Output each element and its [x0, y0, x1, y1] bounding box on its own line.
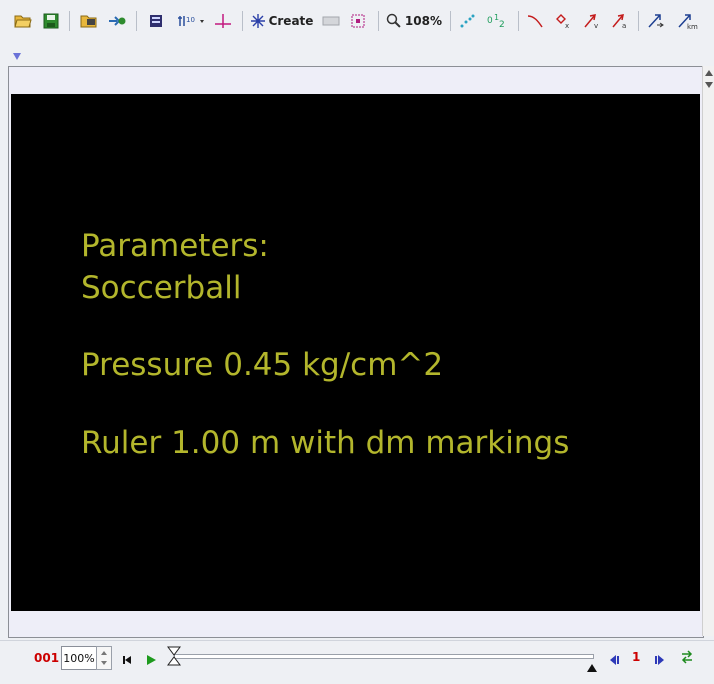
rate-spinner[interactable] — [96, 646, 112, 670]
toolbar-separator — [518, 11, 519, 31]
dropdown-arrow-icon[interactable] — [12, 46, 22, 65]
loop-icon[interactable] — [680, 649, 694, 668]
svg-text:0: 0 — [487, 16, 493, 26]
svg-text:km: km — [687, 23, 698, 30]
video-text-line: Parameters: — [81, 228, 269, 264]
track-control-icon[interactable] — [320, 10, 342, 32]
scroll-down-icon[interactable] — [703, 80, 714, 90]
star-icon — [250, 14, 265, 28]
open-video-icon[interactable] — [78, 10, 100, 32]
toolbar-separator — [378, 11, 379, 31]
autotracker-icon[interactable] — [347, 10, 369, 32]
toolbar-separator — [242, 11, 243, 31]
vertical-scrollbar[interactable] — [702, 66, 714, 636]
step-back-icon[interactable] — [608, 651, 622, 670]
step-size[interactable]: 1 — [632, 650, 640, 664]
toolbar-separator — [450, 11, 451, 31]
main-toolbar: 10 Create 108% 012 x v a km — [0, 0, 714, 43]
rate-field[interactable]: 100% — [61, 646, 97, 670]
svg-text:10: 10 — [186, 16, 195, 24]
video-frame[interactable]: Parameters: Soccerball Pressure 0.45 kg/… — [11, 94, 700, 611]
position-icon[interactable]: x — [552, 10, 574, 32]
create-button[interactable]: Create — [250, 10, 314, 32]
units-icon[interactable]: km — [674, 10, 700, 32]
play-icon[interactable] — [145, 651, 157, 670]
player-bar: 001 100% 1 — [0, 640, 714, 684]
zoom-button[interactable]: 108% — [386, 10, 442, 32]
velocity-icon[interactable]: v — [580, 10, 602, 32]
save-icon[interactable] — [40, 10, 62, 32]
import-icon[interactable] — [106, 10, 128, 32]
scroll-up-icon[interactable] — [703, 68, 714, 78]
frame-slider[interactable] — [174, 654, 594, 659]
svg-text:v: v — [594, 22, 598, 29]
video-text-line: Ruler 1.00 m with dm markings — [81, 425, 570, 461]
svg-text:2: 2 — [499, 20, 505, 29]
coordinate-axes-icon[interactable] — [212, 10, 234, 32]
zoom-label: 108% — [404, 14, 442, 28]
toolbar-separator — [638, 11, 639, 31]
track-bar — [0, 42, 714, 62]
frame-number: 001 — [34, 651, 60, 665]
calibration-tools-icon[interactable]: 10 — [174, 10, 208, 32]
trails-icon[interactable] — [456, 10, 478, 32]
svg-text:x: x — [565, 22, 569, 29]
end-marker-icon[interactable] — [587, 657, 597, 676]
video-text-line: Pressure 0.45 kg/cm^2 — [81, 347, 444, 383]
create-label: Create — [268, 14, 314, 28]
path-icon[interactable] — [524, 10, 546, 32]
clip-settings-icon[interactable] — [146, 10, 166, 32]
labels-icon[interactable]: 012 — [484, 10, 510, 32]
acceleration-icon[interactable]: a — [608, 10, 630, 32]
open-icon[interactable] — [12, 10, 34, 32]
go-to-start-icon[interactable] — [121, 651, 133, 670]
toolbar-separator — [136, 11, 137, 31]
slider-thumb[interactable] — [166, 645, 182, 671]
magnifier-icon — [386, 13, 401, 28]
ruler-tool-icon[interactable] — [644, 10, 668, 32]
step-forward-icon[interactable] — [652, 651, 666, 670]
svg-text:a: a — [622, 22, 626, 29]
toolbar-separator — [69, 11, 70, 31]
video-text-line: Soccerball — [81, 270, 242, 306]
